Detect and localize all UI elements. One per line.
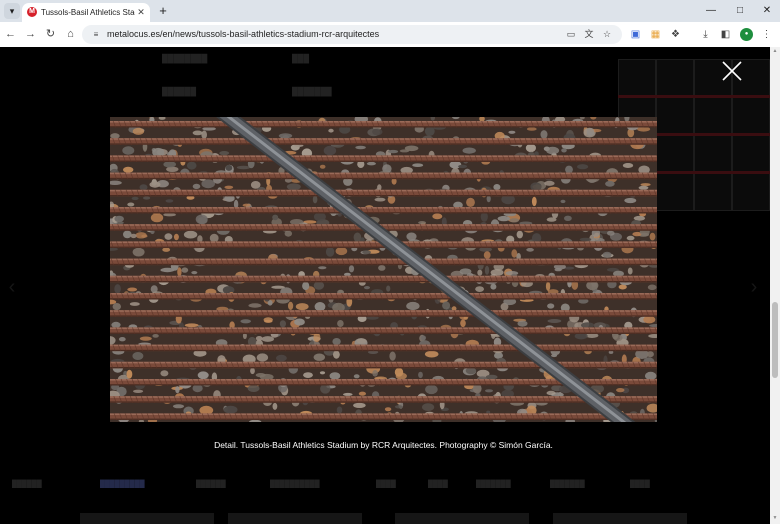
background-nav-item: ██████████ bbox=[270, 481, 320, 488]
page-scrollbar[interactable]: ▲ ▼ bbox=[770, 47, 780, 524]
background-nav-item: ██████ bbox=[196, 481, 226, 488]
background-nav-item: ███████ bbox=[476, 481, 511, 488]
minimize-icon: — bbox=[706, 5, 716, 16]
install-app-icon[interactable]: ▭ bbox=[564, 27, 578, 42]
scroll-down-arrow-icon[interactable]: ▼ bbox=[772, 515, 778, 521]
chevron-down-icon: ▾ bbox=[9, 6, 15, 16]
translate-icon[interactable]: 文 bbox=[582, 27, 596, 42]
maximize-icon: □ bbox=[736, 5, 744, 16]
close-window-icon: ✕ bbox=[762, 5, 772, 16]
back-button[interactable]: ← bbox=[2, 26, 19, 43]
side-panel-icon[interactable]: ◧ bbox=[718, 26, 733, 43]
minimize-button[interactable]: — bbox=[697, 2, 725, 19]
background-prev-arrow-icon: ‹ bbox=[8, 276, 16, 298]
close-tab-button[interactable]: ✕ bbox=[135, 6, 147, 18]
close-x-icon bbox=[722, 61, 742, 81]
background-next-arrow-icon: › bbox=[750, 276, 758, 298]
maximize-button[interactable]: □ bbox=[726, 2, 754, 19]
close-icon: ✕ bbox=[137, 7, 145, 17]
site-settings-icon[interactable]: ≡ bbox=[89, 27, 103, 42]
page-viewport: ████████ ███ ██████ ███████ ‹ › ██████ █… bbox=[0, 47, 770, 524]
reload-icon: ↻ bbox=[45, 28, 56, 40]
plus-icon: + bbox=[159, 3, 167, 18]
address-bar[interactable]: ≡ metalocus.es/en/news/tussols-basil-ath… bbox=[82, 25, 622, 44]
tab-title: Tussols-Basil Athletics Stadium bbox=[41, 8, 135, 17]
lightbox-image bbox=[110, 117, 657, 422]
translate-extension-icon[interactable]: ▣ bbox=[628, 26, 643, 43]
site-favicon-icon: M bbox=[27, 7, 37, 17]
kebab-menu-icon[interactable]: ⋮ bbox=[759, 26, 774, 43]
background-nav-item: █████████ bbox=[100, 481, 145, 488]
browser-toolbar: ← → ↻ ⌂ ≡ metalocus.es/en/news/tussols-b… bbox=[0, 22, 780, 47]
active-tab[interactable]: M Tussols-Basil Athletics Stadium ✕ bbox=[22, 3, 150, 22]
background-table-value: ███ bbox=[292, 54, 310, 63]
image-caption: Detail. Tussols-Basil Athletics Stadium … bbox=[214, 440, 553, 450]
forward-button[interactable]: → bbox=[22, 26, 39, 43]
profile-avatar[interactable]: ● bbox=[740, 28, 753, 41]
download-icon[interactable]: ⤓ bbox=[698, 26, 713, 43]
arrow-left-icon: ← bbox=[5, 28, 16, 40]
close-window-button[interactable]: ✕ bbox=[753, 2, 780, 19]
background-nav-item: ████ bbox=[428, 481, 448, 488]
reload-button[interactable]: ↻ bbox=[42, 26, 59, 43]
lightbox-close-button[interactable] bbox=[720, 59, 744, 83]
background-thumbnail bbox=[553, 513, 687, 524]
tab-strip: ▾ M Tussols-Basil Athletics Stadium ✕ + … bbox=[0, 0, 780, 22]
background-nav-item: ███████ bbox=[550, 481, 585, 488]
background-thumbnail bbox=[395, 513, 529, 524]
rebar-photo bbox=[110, 117, 657, 422]
new-tab-button[interactable]: + bbox=[155, 3, 171, 19]
tab-search-button[interactable]: ▾ bbox=[4, 3, 20, 19]
arrow-right-icon: → bbox=[25, 28, 36, 40]
extensions-puzzle-icon[interactable]: ❖ bbox=[668, 26, 683, 43]
scrollbar-thumb[interactable] bbox=[772, 302, 778, 378]
background-table-label: ████████ bbox=[162, 54, 208, 63]
star-icon[interactable]: ☆ bbox=[600, 27, 614, 42]
background-thumbnail bbox=[228, 513, 362, 524]
background-nav-item: ██████ bbox=[12, 481, 42, 488]
scroll-up-arrow-icon[interactable]: ▲ bbox=[772, 48, 778, 54]
home-icon: ⌂ bbox=[67, 28, 74, 40]
url-text[interactable]: metalocus.es/en/news/tussols-basil-athle… bbox=[107, 27, 379, 42]
background-thumbnail bbox=[80, 513, 214, 524]
home-button[interactable]: ⌂ bbox=[62, 26, 79, 43]
color-extension-icon[interactable]: ▦ bbox=[648, 26, 663, 43]
background-nav-item: ████ bbox=[630, 481, 650, 488]
background-nav-item: ████ bbox=[376, 481, 396, 488]
background-table-label: ██████ bbox=[162, 87, 197, 96]
background-table-value: ███████ bbox=[292, 87, 332, 96]
